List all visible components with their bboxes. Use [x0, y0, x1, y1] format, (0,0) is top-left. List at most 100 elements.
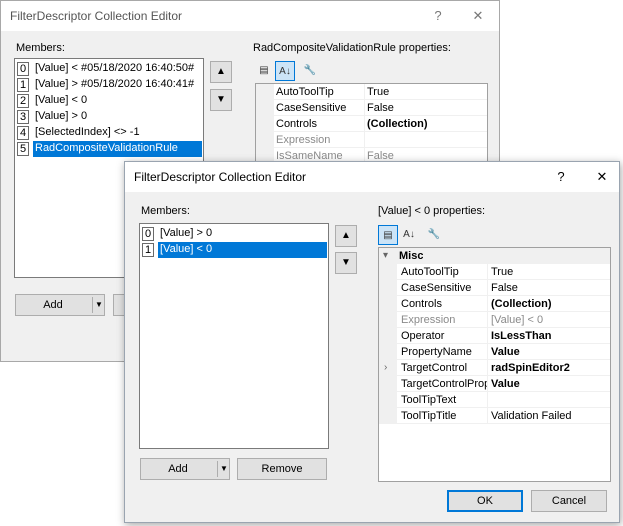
front-member-text: [Value] > 0	[160, 227, 213, 239]
back-property-row[interactable]: AutoToolTip True	[256, 84, 487, 100]
back-move-up-button[interactable]: ▲	[210, 61, 232, 83]
front-move-up-button[interactable]: ▲	[335, 225, 357, 247]
front-property-row[interactable]: Controls (Collection)	[379, 296, 610, 312]
back-member-text: [Value] < 0	[35, 94, 88, 106]
front-row-gutter	[379, 376, 397, 392]
back-member-text: [SelectedIndex] <> -1	[35, 126, 140, 138]
front-row-gutter	[379, 408, 397, 424]
front-categorized-icon[interactable]: ▤	[378, 225, 398, 245]
back-member-text: RadCompositeValidationRule	[33, 141, 202, 157]
back-dialog-title: FilterDescriptor Collection Editor	[10, 9, 183, 23]
front-row-gutter	[379, 360, 397, 376]
front-property-name: CaseSensitive	[401, 282, 472, 294]
front-property-row-target-control[interactable]: › TargetControl radSpinEditor2	[379, 360, 610, 376]
front-row-gutter	[379, 280, 397, 296]
back-member-item-3[interactable]: 3 [Value] > 0	[16, 109, 202, 125]
front-members-list[interactable]: 0 [Value] > 0 1 [Value] < 0	[139, 223, 329, 449]
back-member-item-0[interactable]: 0 [Value] < #05/18/2020 16:40:50#	[16, 61, 202, 77]
front-remove-button[interactable]: Remove	[237, 458, 327, 480]
expand-icon[interactable]: ›	[384, 360, 387, 376]
back-members-label: Members:	[16, 42, 65, 54]
back-add-dropdown-arrow[interactable]: ▼	[93, 295, 105, 315]
front-column-separator	[487, 360, 488, 376]
front-member-item-1[interactable]: 1 [Value] < 0	[141, 242, 327, 258]
back-row-gutter	[256, 100, 274, 116]
back-member-item-4[interactable]: 4 [SelectedIndex] <> -1	[16, 125, 202, 141]
front-column-separator	[487, 296, 488, 312]
back-property-name: AutoToolTip	[276, 86, 334, 98]
front-row-gutter	[379, 296, 397, 312]
front-add-split-button[interactable]: Add ▼	[140, 458, 230, 480]
front-property-value: (Collection)	[491, 298, 552, 310]
front-property-name: PropertyName	[401, 346, 472, 358]
front-title-bar[interactable]: FilterDescriptor Collection Editor ? ✕	[125, 162, 619, 192]
front-property-value: Validation Failed	[491, 410, 572, 422]
front-move-down-button[interactable]: ▼	[335, 252, 357, 274]
front-row-gutter	[379, 264, 397, 280]
front-category-misc[interactable]: ▾ Misc	[379, 248, 610, 264]
ok-button[interactable]: OK	[447, 490, 523, 512]
cancel-button[interactable]: Cancel	[531, 490, 607, 512]
front-dialog-title: FilterDescriptor Collection Editor	[134, 170, 307, 184]
front-property-value: Value	[491, 346, 520, 358]
back-property-value: (Collection)	[367, 118, 428, 130]
front-property-grid[interactable]: ▾ Misc AutoToolTip True CaseSensitive Fa…	[378, 247, 611, 482]
front-property-pages-icon[interactable]: 🔧	[424, 225, 444, 245]
back-property-value	[367, 132, 483, 148]
front-property-value: False	[491, 282, 518, 294]
back-property-name: Controls	[276, 118, 317, 130]
back-alphabetical-icon[interactable]: A↓	[275, 61, 295, 81]
front-property-row[interactable]: Expression [Value] < 0	[379, 312, 610, 328]
front-add-dropdown-arrow[interactable]: ▼	[218, 459, 230, 479]
collapse-icon[interactable]: ▾	[383, 248, 388, 264]
back-help-button[interactable]: ?	[423, 1, 453, 31]
back-property-row[interactable]: Controls (Collection)	[256, 116, 487, 132]
front-row-gutter	[379, 344, 397, 360]
front-property-row[interactable]: PropertyName Value	[379, 344, 610, 360]
front-close-button[interactable]: ✕	[587, 162, 617, 192]
front-row-gutter	[379, 312, 397, 328]
front-property-row[interactable]: TargetControlPrope Value	[379, 376, 610, 392]
back-row-gutter	[256, 132, 274, 148]
back-title-bar[interactable]: FilterDescriptor Collection Editor ? ✕	[1, 1, 499, 31]
back-member-item-2[interactable]: 2 [Value] < 0	[16, 93, 202, 109]
front-member-index: 1	[142, 243, 154, 257]
front-property-name: Controls	[401, 298, 442, 310]
back-member-index: 1	[17, 78, 29, 92]
back-properties-toolbar: ▤ A↓ 🔧	[254, 60, 374, 82]
front-property-value: Value	[491, 378, 520, 390]
back-categorized-icon[interactable]: ▤	[254, 61, 274, 81]
front-property-row[interactable]: ToolTipText	[379, 392, 610, 408]
front-property-value	[491, 392, 606, 408]
front-column-separator	[487, 280, 488, 296]
back-close-button[interactable]: ✕	[463, 1, 493, 31]
front-property-name: Operator	[401, 330, 445, 342]
front-column-separator	[487, 376, 488, 392]
front-property-value: True	[491, 266, 514, 278]
front-help-button[interactable]: ?	[546, 162, 576, 192]
front-property-row[interactable]: CaseSensitive False	[379, 280, 610, 296]
front-property-row[interactable]: ToolTipTitle Validation Failed	[379, 408, 610, 424]
front-column-separator	[487, 392, 488, 408]
back-property-pages-icon[interactable]: 🔧	[300, 61, 320, 81]
front-properties-label: [Value] < 0 properties:	[378, 205, 486, 217]
back-add-split-button[interactable]: Add ▼	[15, 294, 105, 316]
back-column-separator	[364, 84, 365, 100]
back-property-row[interactable]: CaseSensitive False	[256, 100, 487, 116]
front-property-row[interactable]: AutoToolTip True	[379, 264, 610, 280]
front-property-name: ToolTipText	[401, 394, 457, 406]
front-property-name: ToolTipTitle	[401, 410, 457, 422]
front-property-value: IsLessThan	[491, 330, 552, 342]
front-member-item-0[interactable]: 0 [Value] > 0	[141, 226, 327, 242]
front-category-name: Misc	[399, 250, 424, 262]
back-property-grid[interactable]: AutoToolTip True CaseSensitive False Con…	[255, 83, 488, 167]
back-column-separator	[364, 100, 365, 116]
front-property-row[interactable]: Operator IsLessThan	[379, 328, 610, 344]
back-member-item-5[interactable]: 5 RadCompositeValidationRule	[16, 141, 202, 157]
back-member-item-1[interactable]: 1 [Value] > #05/18/2020 16:40:41#	[16, 77, 202, 93]
front-alphabetical-icon[interactable]: A↓	[399, 225, 419, 245]
back-property-row[interactable]: Expression	[256, 132, 487, 148]
back-move-down-button[interactable]: ▼	[210, 89, 232, 111]
back-property-name: Expression	[276, 134, 331, 146]
back-row-gutter	[256, 84, 274, 100]
